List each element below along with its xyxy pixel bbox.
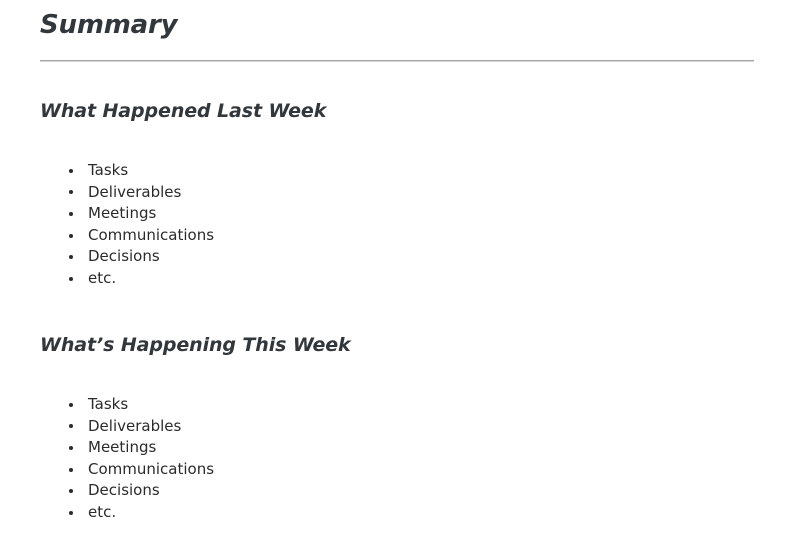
section-heading: What’s Happening This Week <box>40 334 351 356</box>
page-title: Summary <box>40 10 178 40</box>
section-whats-happening-this-week: What’s Happening This Week Tasks Deliver… <box>40 332 754 521</box>
list-item: Tasks <box>40 394 754 416</box>
list-item-label: Meetings <box>88 204 157 223</box>
list-item-label: Communications <box>88 459 215 478</box>
list-item-label: Tasks <box>88 395 129 413</box>
list-item: Deliverables <box>40 182 754 204</box>
title-divider <box>40 60 754 62</box>
bullet-icon <box>69 445 73 450</box>
list-item-label: Decisions <box>88 247 160 266</box>
list-item-label: Tasks <box>88 161 129 179</box>
bullet-icon <box>69 489 73 494</box>
bullet-icon <box>69 190 73 195</box>
list-item-label: Decisions <box>88 481 160 500</box>
section-heading: What Happened Last Week <box>40 100 327 122</box>
list-item: Decisions <box>40 480 754 502</box>
list-item-label: etc. <box>88 502 117 521</box>
bullet-list: Tasks Deliverables Meetings Communicatio… <box>40 160 754 290</box>
list-item-label: etc. <box>88 268 117 287</box>
list-item: etc. <box>40 268 754 290</box>
list-item-label: Deliverables <box>88 182 182 201</box>
bullet-icon <box>69 402 73 407</box>
list-item: Meetings <box>40 437 754 459</box>
bullet-icon <box>69 168 73 173</box>
bullet-icon <box>69 276 73 281</box>
bullet-icon <box>69 510 73 515</box>
list-item: etc. <box>40 502 754 524</box>
list-item: Communications <box>40 459 754 481</box>
bullet-icon <box>69 233 73 238</box>
list-item: Decisions <box>40 246 754 268</box>
bullet-icon <box>69 424 73 429</box>
bullet-icon <box>69 467 73 472</box>
list-item: Tasks <box>40 160 754 182</box>
list-item-label: Meetings <box>88 438 157 457</box>
list-item: Communications <box>40 225 754 247</box>
list-item-label: Deliverables <box>88 416 182 435</box>
document-page: Summary What Happened Last Week Tasks De… <box>0 0 794 546</box>
list-item: Deliverables <box>40 416 754 438</box>
bullet-icon <box>69 211 73 216</box>
bullet-list: Tasks Deliverables Meetings Communicatio… <box>40 394 754 524</box>
list-item: Meetings <box>40 203 754 225</box>
section-what-happened-last-week: What Happened Last Week Tasks Deliverabl… <box>40 98 754 287</box>
bullet-icon <box>69 255 73 260</box>
list-item-label: Communications <box>88 225 215 244</box>
